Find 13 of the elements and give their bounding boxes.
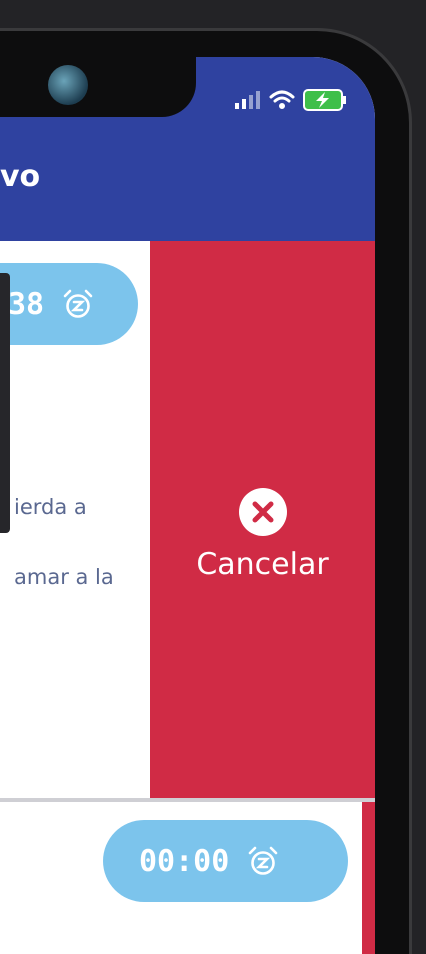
time-pill[interactable]: 38 xyxy=(0,263,138,345)
camera-icon xyxy=(48,65,88,105)
battery-icon xyxy=(303,89,347,111)
message-text: ierda a xyxy=(14,495,88,519)
wifi-icon xyxy=(269,90,295,110)
alarm-icon xyxy=(247,845,280,877)
message-text: amar a la xyxy=(14,565,115,589)
alarm-icon xyxy=(62,288,94,320)
close-icon xyxy=(238,487,288,537)
screen-title: vo xyxy=(0,158,42,194)
time-pill[interactable]: 00:00 xyxy=(103,820,348,902)
cancel-action[interactable]: Cancelar xyxy=(150,241,375,798)
signal-icon xyxy=(235,91,261,109)
